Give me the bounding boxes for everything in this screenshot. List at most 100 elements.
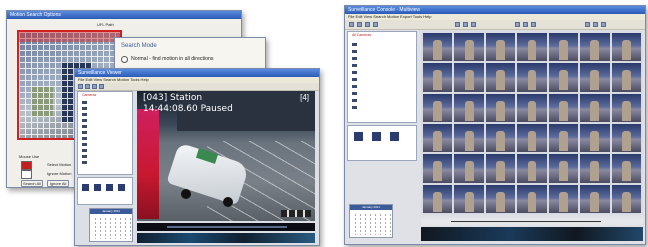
playback-controls[interactable] [137, 223, 315, 231]
layout-icon[interactable] [94, 184, 101, 191]
camera-thumbnail[interactable] [548, 33, 579, 62]
camera-thumbnail[interactable] [548, 124, 579, 153]
tree-item[interactable] [82, 142, 89, 147]
camera-thumbnail[interactable] [485, 184, 516, 213]
camera-thumbnail[interactable] [454, 63, 484, 92]
date-calendar[interactable]: January 2011 [89, 208, 133, 242]
toolbar-button[interactable] [373, 22, 378, 27]
tree-item[interactable] [352, 56, 359, 61]
layout-icon[interactable] [118, 184, 125, 191]
ignore-all-button[interactable]: Ignore All [47, 180, 69, 187]
tree-item[interactable] [352, 91, 359, 96]
camera-thumbnail[interactable] [517, 124, 547, 153]
toolbar-button[interactable] [455, 22, 460, 27]
tree-item[interactable] [82, 154, 89, 159]
camera-thumbnail[interactable] [423, 154, 453, 183]
timeline-strip[interactable] [137, 233, 315, 243]
tree-item[interactable] [352, 105, 359, 110]
layout-icon[interactable] [372, 132, 381, 141]
tree-item[interactable] [82, 136, 89, 141]
camera-thumbnail[interactable] [548, 63, 579, 92]
tree-item[interactable] [352, 49, 359, 54]
camera-thumbnail[interactable] [611, 154, 641, 183]
camera-thumbnail[interactable] [580, 154, 610, 183]
camera-thumbnail[interactable] [580, 33, 610, 62]
camera-thumbnail[interactable] [580, 184, 610, 213]
camera-thumbnail[interactable] [485, 154, 516, 183]
tree-item[interactable] [352, 63, 359, 68]
toolbar-button[interactable] [531, 22, 536, 27]
camera-thumbnail[interactable] [454, 124, 484, 153]
camera-thumbnail[interactable] [580, 93, 610, 122]
console-timeline-strip[interactable] [421, 227, 643, 241]
layout-icon[interactable] [390, 132, 399, 141]
toolbar-button[interactable] [523, 22, 528, 27]
camera-thumbnail[interactable] [611, 63, 641, 92]
tree-item[interactable] [82, 148, 89, 153]
camera-thumbnail[interactable] [423, 93, 453, 122]
tree-item[interactable] [82, 160, 89, 165]
toolbar-button[interactable] [92, 84, 97, 89]
thumbnail-subject [464, 191, 474, 212]
camera-thumbnail[interactable] [548, 154, 579, 183]
camera-thumbnail[interactable] [580, 63, 610, 92]
tree-item[interactable] [82, 118, 89, 123]
video-view[interactable]: [043] Station 14:44:08.60 Paused [4] [137, 91, 315, 221]
tree-item[interactable] [352, 84, 359, 89]
tree-item[interactable] [352, 42, 359, 47]
toolbar-button[interactable] [85, 84, 90, 89]
camera-thumbnail[interactable] [548, 184, 579, 213]
toolbar-button[interactable] [349, 22, 354, 27]
console-playback-controls[interactable] [421, 218, 643, 225]
layout-icon[interactable] [82, 184, 89, 191]
toolbar-button[interactable] [515, 22, 520, 27]
tree-item[interactable] [82, 106, 89, 111]
camera-thumbnail[interactable] [485, 124, 516, 153]
camera-thumbnail[interactable] [423, 124, 453, 153]
camera-thumbnail[interactable] [485, 63, 516, 92]
tree-item[interactable] [82, 112, 89, 117]
toolbar-button[interactable] [593, 22, 598, 27]
tree-item[interactable] [352, 70, 359, 75]
camera-thumbnail[interactable] [611, 33, 641, 62]
tree-item[interactable] [82, 130, 89, 135]
camera-thumbnail[interactable] [423, 63, 453, 92]
camera-thumbnail[interactable] [517, 33, 547, 62]
camera-thumbnail[interactable] [454, 33, 484, 62]
console-calendar[interactable]: January 2011 [349, 204, 393, 238]
layout-icon[interactable] [354, 132, 363, 141]
camera-thumbnail[interactable] [485, 93, 516, 122]
camera-thumbnail[interactable] [423, 33, 453, 62]
camera-thumbnail[interactable] [485, 33, 516, 62]
tree-item[interactable] [352, 77, 359, 82]
tree-item[interactable] [82, 124, 89, 129]
toolbar-button[interactable] [463, 22, 468, 27]
normal-mode-radio[interactable] [121, 56, 128, 63]
camera-thumbnail[interactable] [517, 154, 547, 183]
camera-thumbnail[interactable] [611, 124, 641, 153]
toolbar-button[interactable] [357, 22, 362, 27]
toolbar-button[interactable] [585, 22, 590, 27]
camera-thumbnail[interactable] [454, 93, 484, 122]
tree-item[interactable] [82, 100, 89, 105]
camera-thumbnail[interactable] [517, 63, 547, 92]
toolbar-button[interactable] [601, 22, 606, 27]
camera-thumbnail[interactable] [611, 184, 641, 213]
console-window: Surveillance Console - Multiview File Ed… [344, 5, 646, 245]
camera-thumbnail[interactable] [517, 93, 547, 122]
toolbar-button[interactable] [99, 84, 104, 89]
toolbar-button[interactable] [471, 22, 476, 27]
view-mode-buttons[interactable] [281, 210, 311, 217]
tree-item[interactable] [352, 98, 359, 103]
camera-thumbnail[interactable] [517, 184, 547, 213]
toolbar-button[interactable] [365, 22, 370, 27]
camera-thumbnail[interactable] [548, 93, 579, 122]
camera-thumbnail[interactable] [580, 124, 610, 153]
search-all-button[interactable]: Search All [21, 180, 43, 187]
layout-icon[interactable] [106, 184, 113, 191]
camera-thumbnail[interactable] [454, 154, 484, 183]
camera-thumbnail[interactable] [611, 93, 641, 122]
toolbar-button[interactable] [78, 84, 83, 89]
camera-thumbnail[interactable] [423, 184, 453, 213]
camera-thumbnail[interactable] [454, 184, 484, 213]
